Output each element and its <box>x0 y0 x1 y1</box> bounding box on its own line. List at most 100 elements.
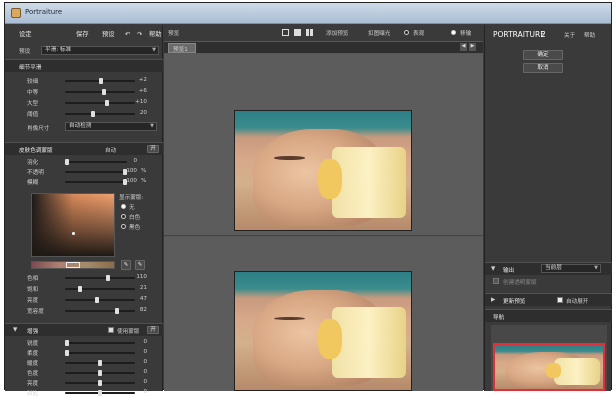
enhance-section-header[interactable]: ▼ 增强 使用蒙版 开 <box>5 323 163 336</box>
reset-button[interactable]: 预设 <box>102 29 115 41</box>
slider-track[interactable] <box>65 390 135 396</box>
slider-handle[interactable] <box>98 360 102 366</box>
slider-value[interactable]: 100 <box>117 178 137 184</box>
clip-exposure-button[interactable]: 扣图曝光 <box>368 29 390 37</box>
slider-handle[interactable] <box>102 89 106 95</box>
expand-icon[interactable]: ▶ <box>491 297 495 303</box>
slider-handle[interactable] <box>95 297 99 303</box>
slider-value[interactable]: 0 <box>127 379 147 385</box>
slider-track[interactable] <box>65 100 135 106</box>
slider-track[interactable] <box>65 308 135 314</box>
slider-handle[interactable] <box>98 370 102 376</box>
navigator-pane <box>491 325 607 391</box>
redo-icon[interactable]: ↷ <box>137 29 142 41</box>
ok-button[interactable]: 确定 <box>523 50 563 60</box>
slider-value[interactable]: 47 <box>127 296 147 302</box>
side-by-side-icon[interactable] <box>306 29 313 36</box>
skin-section-title: 皮肤色调蒙版 <box>19 148 53 154</box>
enhance-toggle[interactable]: 开 <box>147 326 159 334</box>
slider-value[interactable]: 82 <box>127 307 147 313</box>
slider-label: 模糊 <box>27 180 39 186</box>
slider-track[interactable] <box>65 78 135 84</box>
update-preview-label[interactable]: 更新预览 <box>503 297 525 305</box>
navigator-thumbnail[interactable] <box>493 343 605 391</box>
slider-handle[interactable] <box>115 308 119 314</box>
slider-track[interactable] <box>65 286 135 292</box>
chevron-down-icon: ▼ <box>150 123 154 129</box>
slider-value[interactable]: 0 <box>117 158 137 164</box>
slider-handle[interactable] <box>65 340 69 346</box>
help-button[interactable]: 帮助 <box>149 29 162 41</box>
skin-mode[interactable]: 自动 <box>105 146 116 154</box>
skin-color-picker[interactable] <box>31 193 115 257</box>
tab-next-icon[interactable]: ▶ <box>469 43 476 51</box>
slider-value[interactable]: +6 <box>127 88 147 94</box>
slider-track[interactable] <box>65 275 135 281</box>
picker-marker[interactable] <box>72 232 75 235</box>
mask-option-radio[interactable] <box>121 214 126 219</box>
add-preview-button[interactable]: 添加预览 <box>326 29 348 37</box>
collapse-icon[interactable]: ▼ <box>491 266 495 272</box>
mask-option-radio[interactable] <box>121 224 126 229</box>
collapse-icon[interactable]: ▼ <box>13 327 17 333</box>
undo-icon[interactable]: ↶ <box>125 29 130 41</box>
slider-label: 色相 <box>27 276 39 282</box>
slider-track[interactable] <box>65 111 135 117</box>
split-view-icon[interactable] <box>294 29 301 36</box>
color-range-bar[interactable] <box>31 261 115 269</box>
eyedropper-icon[interactable]: ✎ <box>121 260 131 270</box>
mask-option-radio[interactable] <box>121 204 126 209</box>
slider-track[interactable] <box>65 89 135 95</box>
slider-value[interactable]: 0 <box>127 339 147 345</box>
slider-value[interactable]: 21 <box>127 285 147 291</box>
slider-value[interactable]: +10 <box>127 99 147 105</box>
after-radio[interactable] <box>451 30 456 35</box>
update-preview-header[interactable]: ▶ 更新预览 自动展开 <box>485 293 612 306</box>
skin-toggle[interactable]: 开 <box>147 145 159 153</box>
preset-select[interactable]: 平滑: 标准 ▼ <box>41 46 159 55</box>
single-view-icon[interactable] <box>282 29 289 36</box>
slider-handle[interactable] <box>98 390 102 396</box>
slider-value[interactable]: 0 <box>127 349 147 355</box>
before-label: 表观 <box>413 31 425 37</box>
slider-track[interactable] <box>65 297 135 303</box>
slider-track[interactable] <box>65 350 135 356</box>
slider-handle[interactable] <box>99 78 103 84</box>
preview-toolbar: 预览 添加预览 扣图曝光 表观 移输 <box>164 25 483 41</box>
slider-handle[interactable] <box>106 275 110 281</box>
slider-track[interactable] <box>65 380 135 386</box>
tab-prev-icon[interactable]: ◀ <box>460 43 467 51</box>
slider-label: 较细 <box>27 79 39 85</box>
slider-value[interactable]: +2 <box>127 77 147 83</box>
slider-handle[interactable] <box>65 159 69 165</box>
before-radio[interactable] <box>404 30 409 35</box>
output-select[interactable]: 当前层 ▼ <box>541 264 601 273</box>
slider-handle[interactable] <box>78 286 82 292</box>
slider-track[interactable] <box>65 360 135 366</box>
slider-handle[interactable] <box>105 100 109 106</box>
slider-track[interactable] <box>65 370 135 376</box>
cancel-button[interactable]: 取消 <box>523 63 563 73</box>
brand-version: 2 <box>541 30 546 39</box>
slider-value[interactable]: 0 <box>127 359 147 365</box>
about-button[interactable]: 关于 <box>564 31 575 39</box>
auto-open-checkbox[interactable] <box>557 297 563 303</box>
eyedropper-plus-icon[interactable]: ✎ <box>135 260 145 270</box>
create-mask-checkbox[interactable] <box>493 278 499 284</box>
skin-section-header[interactable]: 皮肤色调蒙版 自动 开 <box>5 142 163 155</box>
preview-tab-1[interactable]: 预览1 <box>168 43 196 53</box>
slider-value[interactable]: 0 <box>127 369 147 375</box>
slider-value[interactable]: 100 <box>117 168 137 174</box>
use-mask-checkbox[interactable] <box>108 327 114 333</box>
save-button[interactable]: 保存 <box>76 29 89 41</box>
mask-option-label: 黑色 <box>129 225 141 231</box>
slider-handle[interactable] <box>98 380 102 386</box>
help-button[interactable]: 帮助 <box>584 31 595 39</box>
slider-track[interactable] <box>65 340 135 346</box>
slider-handle[interactable] <box>91 111 95 117</box>
slider-value[interactable]: 20 <box>127 110 147 116</box>
slider-handle[interactable] <box>65 350 69 356</box>
slider-value[interactable]: 110 <box>127 274 147 280</box>
detail-section-header[interactable]: 细节平滑 <box>5 59 163 72</box>
portrait-size-select[interactable]: 自动检测 ▼ <box>65 122 157 131</box>
